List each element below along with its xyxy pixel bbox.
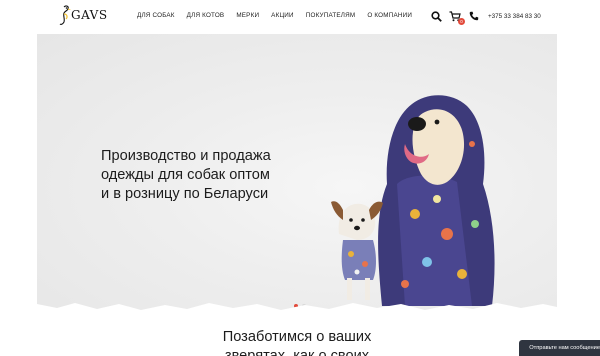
main-nav: ДЛЯ СОБАК ДЛЯ КОТОВ МЕРКИ АКЦИИ ПОКУПАТЕ…	[137, 12, 424, 19]
search-button[interactable]	[429, 9, 443, 23]
nav-item-customers[interactable]: ПОКУПАТЕЛЯМ	[306, 12, 356, 19]
site-header: GAVS ДЛЯ СОБАК ДЛЯ КОТОВ МЕРКИ АКЦИИ ПОК…	[37, 0, 557, 34]
nav-item-sizes[interactable]: МЕРКИ	[236, 12, 259, 19]
cart-button[interactable]: 0	[448, 9, 465, 25]
nav-item-dogs[interactable]: ДЛЯ СОБАК	[137, 12, 175, 19]
nav-item-cats[interactable]: ДЛЯ КОТОВ	[187, 12, 225, 19]
hero-headline-line-1: Производство и продажа	[101, 148, 271, 164]
brand-wordmark: GAVS	[71, 8, 108, 22]
hero-headline: Производство и продажа одежды для собак …	[101, 147, 341, 204]
phone-icon	[469, 11, 479, 21]
brand-logo[interactable]: GAVS	[59, 3, 109, 29]
phone-button[interactable]	[467, 9, 481, 23]
page: GAVS ДЛЯ СОБАК ДЛЯ КОТОВ МЕРКИ АКЦИИ ПОК…	[37, 0, 557, 356]
nav-item-about[interactable]: О КОМПАНИИ	[367, 12, 412, 19]
phone-number-link[interactable]: +375 33 384 83 30	[488, 13, 541, 20]
hero-banner: Производство и продажа одежды для собак …	[37, 34, 557, 312]
header-actions: 0 +375 33 384 83 30	[429, 9, 541, 25]
hero-headline-line-3: и в розницу по Беларуси	[101, 186, 269, 202]
care-section-title-line-2: зверятах, как о своих	[224, 348, 370, 356]
hero-headline-line-2: одежды для собак оптом	[101, 167, 270, 183]
torn-paper-edge	[37, 303, 557, 316]
chat-widget-label: Отправьте нам сообщение	[529, 345, 600, 351]
care-section-title: Позаботимся о ваших зверятах, как о свои…	[37, 328, 557, 356]
care-section-title-line-1: Позаботимся о ваших	[222, 329, 372, 345]
chat-widget-button[interactable]: Отправьте нам сообщение	[519, 340, 600, 356]
cart-count-badge: 0	[458, 18, 465, 25]
nav-item-promotions[interactable]: АКЦИИ	[271, 12, 294, 19]
search-icon	[430, 10, 442, 22]
